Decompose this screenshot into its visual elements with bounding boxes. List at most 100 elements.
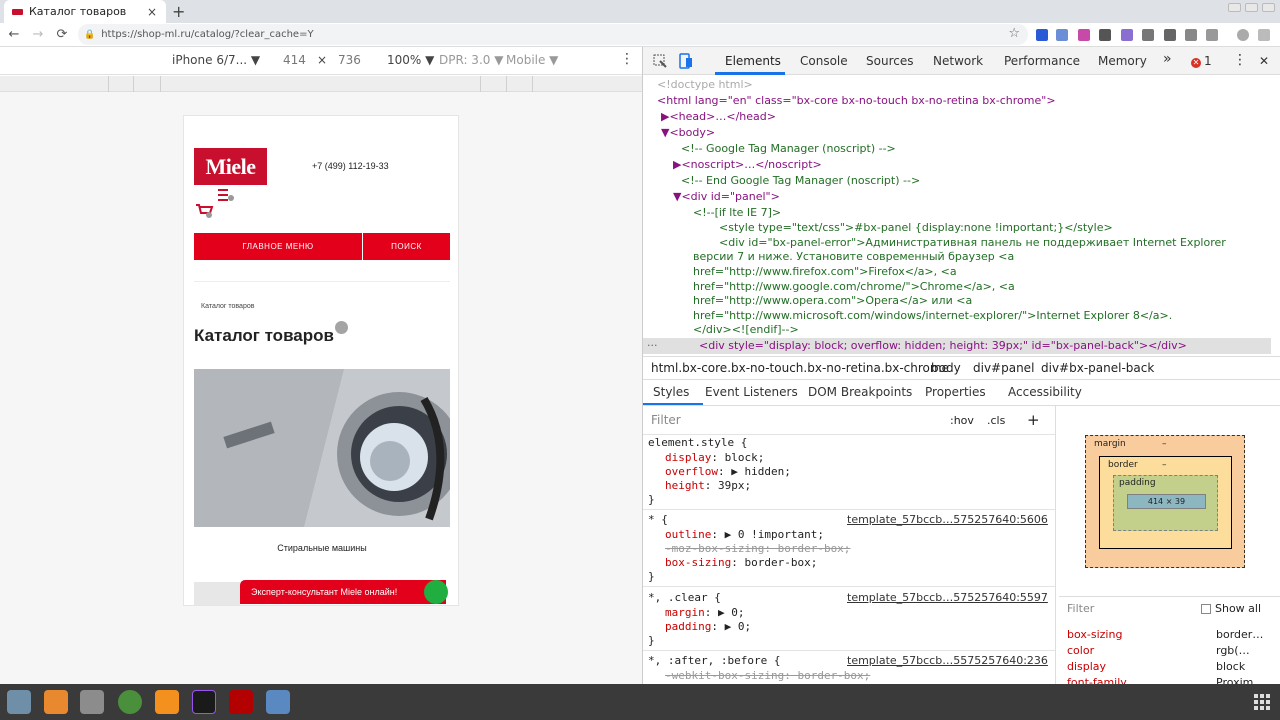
browser-tab[interactable]: Каталог товаров × <box>4 0 166 23</box>
crumb-div-panel-back[interactable]: div#bx-panel-back <box>1041 361 1154 375</box>
subtab-dom-breakpoints[interactable]: DOM Breakpoints <box>808 385 912 399</box>
error-counter[interactable]: ✕ 1 <box>1191 54 1212 68</box>
phone-number[interactable]: +7 (499) 112-19-33 <box>312 161 389 171</box>
product-thumbnail[interactable] <box>194 582 240 605</box>
cart-icon[interactable] <box>195 203 215 219</box>
breadcrumb[interactable]: Каталог товаров <box>201 303 254 310</box>
compare-icon[interactable] <box>217 187 235 203</box>
source-link[interactable]: template_57bccb…575257640:5606 <box>847 513 1048 526</box>
devtools-close-icon[interactable]: ✕ <box>1259 54 1269 68</box>
new-rule-icon[interactable]: + <box>1027 411 1040 429</box>
extension-icon[interactable] <box>1056 29 1068 41</box>
extension-icon[interactable] <box>1185 29 1197 41</box>
crumb-body[interactable]: body <box>931 361 961 375</box>
tab-elements[interactable]: Elements <box>725 54 781 68</box>
miele-logo[interactable]: Miele <box>194 148 267 185</box>
width-field[interactable]: 414 <box>283 53 306 67</box>
dom-node[interactable]: <html lang="en" class="bx-core bx-no-tou… <box>657 93 1056 109</box>
tab-sources[interactable]: Sources <box>866 54 913 68</box>
subtab-event-listeners[interactable]: Event Listeners <box>705 385 798 399</box>
back-button[interactable]: ← <box>4 27 24 42</box>
tab-console[interactable]: Console <box>800 54 848 68</box>
style-declaration[interactable]: outline: ▶ 0 !important; <box>665 528 824 541</box>
tab-memory[interactable]: Memory <box>1098 54 1147 68</box>
device-toggle-icon[interactable] <box>679 53 693 69</box>
cls-toggle[interactable]: .cls <box>987 414 1005 427</box>
consultant-chat-button[interactable]: Эксперт-консультант Miele онлайн! <box>240 580 446 604</box>
dom-node[interactable]: href="http://www.firefox.com">Firefox</a… <box>693 264 957 280</box>
style-selector[interactable]: element.style { <box>648 436 747 449</box>
more-tabs-icon[interactable]: » <box>1163 51 1172 67</box>
dom-node[interactable]: <!doctype html> <box>657 77 753 93</box>
node-ellipsis-icon[interactable]: ··· <box>647 338 658 354</box>
box-model-content[interactable]: 414 × 39 <box>1127 494 1206 509</box>
devtools-menu-icon[interactable]: ⋮ <box>1233 52 1247 68</box>
style-declaration[interactable]: overflow: ▶ hidden; <box>665 465 791 478</box>
style-declaration[interactable]: height: 39px; <box>665 479 751 492</box>
dom-node[interactable]: <!-- Google Tag Manager (noscript) --> <box>681 141 896 157</box>
chrome-app-icon[interactable] <box>118 690 142 714</box>
overridden-declaration[interactable]: -webkit-box-sizing: border-box; <box>665 669 870 682</box>
mode-select[interactable]: Mobile ▼ <box>506 53 558 67</box>
dpr-select[interactable]: DPR: 3.0 ▼ <box>439 53 503 67</box>
filezilla-app-icon[interactable] <box>229 690 253 714</box>
dom-node[interactable]: ▼<body> <box>661 125 715 141</box>
remote-desktop-icon[interactable] <box>266 690 290 714</box>
dom-node[interactable]: </div><![endif]--> <box>693 322 799 338</box>
dom-node[interactable]: ▶<head>…</head> <box>661 109 776 125</box>
sublime-app-icon[interactable] <box>155 690 179 714</box>
subtab-accessibility[interactable]: Accessibility <box>1008 385 1082 399</box>
dom-node[interactable]: href="http://www.opera.com">Opera</a> ил… <box>693 293 972 309</box>
minimize-icon[interactable] <box>1228 3 1241 12</box>
style-selector[interactable]: *, .clear { <box>648 591 721 604</box>
profile-icon[interactable] <box>1237 29 1249 41</box>
source-link[interactable]: template_57bccb…575257640:5597 <box>847 591 1048 604</box>
phpstorm-app-icon[interactable] <box>192 690 216 714</box>
styles-filter-input[interactable]: Filter <box>651 413 681 427</box>
dom-node[interactable]: ▶<noscript>…</noscript> <box>673 157 822 173</box>
extension-icon[interactable] <box>1121 29 1133 41</box>
forward-button[interactable]: → <box>28 27 48 42</box>
box-model-padding[interactable]: padding 414 × 39 <box>1113 475 1218 531</box>
style-declaration[interactable]: margin: ▶ 0; <box>665 606 745 619</box>
menu-icon[interactable] <box>1258 29 1270 41</box>
maximize-icon[interactable] <box>1245 3 1258 12</box>
dom-node[interactable]: <style type="text/css">#bx-panel {displa… <box>719 220 1113 236</box>
device-select[interactable]: iPhone 6/7... ▼ <box>172 53 260 67</box>
extension-icon[interactable] <box>1078 29 1090 41</box>
crumb-html[interactable]: html.bx-core.bx-no-touch.bx-no-retina.bx… <box>651 361 949 375</box>
window-close-icon[interactable] <box>1262 3 1275 12</box>
close-tab-icon[interactable]: × <box>146 5 158 19</box>
product-category-name[interactable]: Стиральные машины <box>184 543 458 553</box>
settings-app-icon[interactable] <box>7 690 31 714</box>
software-center-icon[interactable] <box>44 690 68 714</box>
style-declaration[interactable]: box-sizing: border-box; <box>665 556 817 569</box>
show-all-checkbox[interactable]: Show all <box>1201 602 1280 615</box>
height-field[interactable]: 736 <box>338 53 361 67</box>
new-tab-button[interactable]: + <box>172 2 185 21</box>
source-link[interactable]: template_57bccb…5575257640:236 <box>847 654 1048 667</box>
subtab-properties[interactable]: Properties <box>925 385 986 399</box>
main-menu-button[interactable]: ГЛАВНОЕ МЕНЮ <box>194 233 363 260</box>
extension-icon[interactable] <box>1164 29 1176 41</box>
style-declaration[interactable]: display: block; <box>665 451 764 464</box>
hov-toggle[interactable]: :hov <box>950 414 974 427</box>
files-app-icon[interactable] <box>80 690 104 714</box>
extension-icon[interactable] <box>1099 29 1111 41</box>
dom-node[interactable]: <!-- End Google Tag Manager (noscript) -… <box>681 173 920 189</box>
app-grid-icon[interactable] <box>1254 694 1270 710</box>
washing-machine-image[interactable] <box>194 369 450 527</box>
tab-network[interactable]: Network <box>933 54 983 68</box>
address-bar[interactable]: 🔒 https://shop-ml.ru/catalog/?clear_cach… <box>78 24 1028 45</box>
crumb-div-panel[interactable]: div#panel <box>973 361 1034 375</box>
extension-icon[interactable] <box>1036 29 1048 41</box>
zoom-select[interactable]: 100% ▼ <box>387 53 434 67</box>
selected-dom-node[interactable]: <div style="display: block; overflow: hi… <box>699 338 1187 354</box>
box-model-border[interactable]: border – padding 414 × 39 <box>1099 456 1232 549</box>
subtab-styles[interactable]: Styles <box>653 385 689 399</box>
overridden-declaration[interactable]: -moz-box-sizing: border-box; <box>665 542 850 555</box>
dom-node[interactable]: версии 7 и ниже. Установите современный … <box>693 249 1014 265</box>
dom-node[interactable]: <!--[if lte IE 7]> <box>693 205 781 221</box>
search-button[interactable]: ПОИСК <box>363 233 450 260</box>
dom-node[interactable]: ▼<div id="panel"> <box>673 189 780 205</box>
